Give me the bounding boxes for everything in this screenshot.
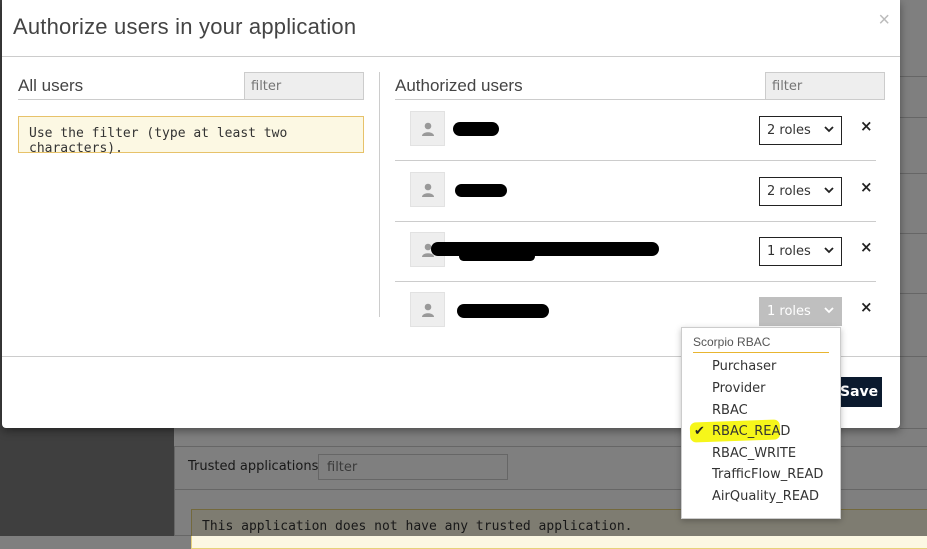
chevron-down-icon — [824, 247, 834, 254]
roles-dropdown-menu: Scorpio RBAC Purchaser Provider RBAC ✔ R… — [681, 327, 841, 519]
roles-select-label: 1 roles — [767, 244, 811, 259]
roles-select[interactable]: 2 roles — [759, 177, 842, 206]
authorized-user-row: 1 roles × — [395, 222, 876, 282]
role-option[interactable]: RBAC_WRITE — [712, 446, 796, 461]
roles-select-label: 2 roles — [767, 184, 811, 199]
authorized-user-row: 2 roles × — [395, 101, 876, 161]
filter-hint-alert: Use the filter (type at least two charac… — [18, 116, 364, 156]
remove-user-icon[interactable]: × — [860, 298, 873, 316]
user-icon — [410, 292, 445, 327]
user-icon — [410, 111, 445, 146]
roles-select-label: 2 roles — [767, 123, 811, 138]
checkmark-icon: ✔ — [694, 424, 705, 439]
modal-title: Authorize users in your application — [13, 14, 357, 39]
role-option[interactable]: Purchaser — [712, 359, 776, 374]
remove-user-icon[interactable]: × — [860, 117, 873, 135]
row-separator — [395, 160, 876, 161]
user-icon — [410, 172, 445, 207]
trusted-applications-filter[interactable] — [318, 454, 508, 480]
roles-select[interactable]: 1 roles — [759, 237, 842, 266]
dropdown-group-underline — [693, 352, 829, 353]
close-icon[interactable]: × — [878, 9, 890, 32]
chevron-down-icon — [824, 187, 834, 194]
role-option-selected[interactable]: RBAC_READ — [712, 424, 790, 439]
redacted-user-name — [457, 304, 549, 318]
authorized-users-title: Authorized users — [395, 76, 523, 95]
chevron-down-icon — [824, 307, 834, 314]
redacted-user-name — [453, 122, 499, 136]
roles-select-open[interactable]: 1 roles — [759, 297, 842, 326]
column-divider — [379, 72, 380, 317]
role-option[interactable]: AirQuality_READ — [712, 489, 819, 504]
redacted-user-name — [455, 184, 507, 197]
remove-user-icon[interactable]: × — [860, 178, 873, 196]
all-users-underline — [18, 99, 363, 100]
authorized-users-underline — [395, 99, 885, 100]
modal-header: Authorize users in your application × — [2, 0, 900, 57]
all-users-title: All users — [18, 76, 84, 95]
roles-select-label: 1 roles — [767, 304, 811, 319]
roles-select[interactable]: 2 roles — [759, 116, 842, 145]
authorized-users-filter-input[interactable] — [765, 72, 885, 100]
dropdown-group-label: Scorpio RBAC — [693, 335, 771, 349]
role-option[interactable]: Provider — [712, 381, 766, 396]
role-option[interactable]: TrafficFlow_READ — [712, 467, 823, 482]
role-option[interactable]: RBAC — [712, 403, 748, 418]
trusted-applications-label: Trusted applications — [188, 459, 319, 474]
remove-user-icon[interactable]: × — [860, 238, 873, 256]
all-users-filter-input[interactable] — [244, 72, 364, 100]
authorized-user-row: 2 roles × — [395, 162, 876, 222]
chevron-down-icon — [824, 126, 834, 133]
redacted-user-name — [459, 252, 535, 261]
